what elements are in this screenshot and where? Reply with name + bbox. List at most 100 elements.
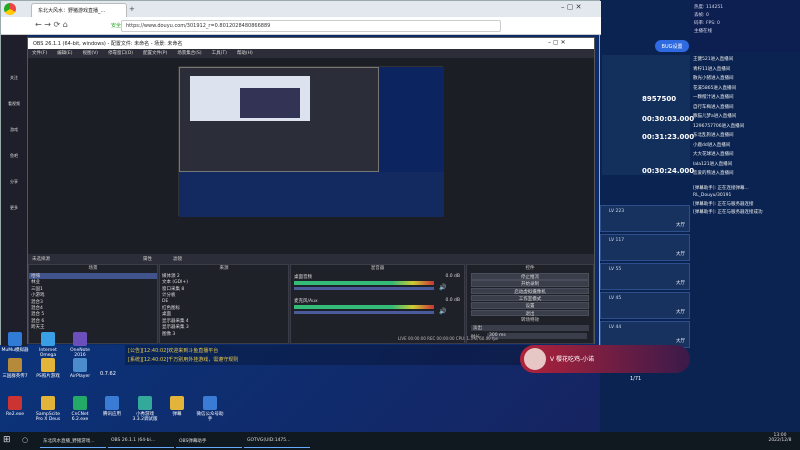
- desktop-icon[interactable]: 微信公众号助手: [195, 396, 225, 422]
- transition-select[interactable]: 淡出: [471, 325, 589, 331]
- control-button[interactable]: 启动虚拟摄像机: [471, 287, 589, 295]
- viewer-level: LV 44: [609, 325, 622, 330]
- control-button[interactable]: 工作室模式: [471, 294, 589, 302]
- viewer-card[interactable]: LV 223 大厅: [600, 205, 690, 232]
- desktop-icon[interactable]: CnCNet 6.2.exe: [65, 396, 95, 422]
- chat-message: lala121进入直播间: [693, 161, 733, 167]
- nav-buttons-icon[interactable]: ← → ⟳ ⌂: [35, 20, 68, 29]
- desktop-icon-label: AirPlayer: [69, 374, 91, 379]
- timer-3: 00:31:23.000: [642, 133, 695, 141]
- control-button[interactable]: 开始录制: [471, 280, 589, 287]
- obs-menu-item[interactable]: 编辑(E): [57, 51, 72, 56]
- taskbar-item[interactable]: GOTVG(UID:1475...: [244, 434, 310, 448]
- volume-slider[interactable]: [294, 311, 434, 314]
- viewer-card[interactable]: LV 55 大厅: [600, 263, 690, 290]
- chat-message: 豚猫儿梦a进入直播间: [693, 114, 737, 119]
- obs-menu-item[interactable]: 工具(T): [212, 51, 227, 56]
- url-input[interactable]: https://www.douyu.com/301912_r=0.8012028…: [121, 20, 501, 32]
- viewer-card[interactable]: LV 45 大厅: [600, 292, 690, 319]
- desktop-icons: MuMu模拟器 Internet Omega OneNote 2016 三国群英传7 P…: [0, 332, 240, 432]
- search-icon[interactable]: ○: [22, 436, 28, 444]
- desktop-icon[interactable]: AirPlayer: [65, 358, 95, 379]
- chat-message: 恋爱的熊进入直播间: [693, 171, 734, 176]
- assistant-message: [弹幕助手]: 正在与服务器连接: [693, 202, 754, 207]
- window-controls-icon[interactable]: – ▢ ✕: [561, 3, 581, 11]
- streamer-name: V 樱花吃鸡-小诺: [550, 356, 595, 363]
- duration-input[interactable]: 300 ms: [487, 333, 587, 339]
- app-icon: [41, 396, 55, 410]
- desktop-icon[interactable]: 腾讯应用: [97, 396, 127, 417]
- chat-message: 花溪5865进入直播间: [693, 85, 736, 91]
- desktop-icon-label: 微信公众号助手: [196, 412, 224, 422]
- stat-line-1: 热度: 114251: [694, 5, 724, 10]
- douyu-side-item[interactable]: 分享: [3, 179, 25, 201]
- control-button[interactable]: 停止推流: [471, 273, 589, 280]
- taskbar-item[interactable]: OBS 26.1.1 (64-bi...: [108, 434, 174, 448]
- viewer-card[interactable]: LV 117 大厅: [600, 234, 690, 261]
- stat-line-3: 码率: FPS: 0: [694, 21, 720, 26]
- app-icon: [203, 396, 217, 410]
- preview-canvas[interactable]: [28, 58, 594, 254]
- desktop-icon[interactable]: MuMu模拟器: [0, 332, 30, 353]
- scenes-header: 场景: [88, 266, 98, 271]
- obs-menu-item[interactable]: 配置文件(P): [143, 51, 167, 56]
- streamer-avatar: [524, 348, 546, 370]
- start-icon[interactable]: ⊞: [3, 435, 15, 447]
- timer-4: 00:30:24.000: [642, 167, 695, 175]
- assistant-message: [弹幕助手]: 正在连接弹幕...: [693, 186, 749, 191]
- taskbar-item[interactable]: 东北风水直播_野猪游戏...: [40, 434, 106, 448]
- obs-window: OBS 26.1.1 (64-bit, windows) - 配置文件: 未命名…: [27, 37, 595, 344]
- obs-menu-item[interactable]: 文件(F): [32, 51, 47, 56]
- desktop-icon[interactable]: SampScite Pro X Deus: [33, 396, 63, 422]
- app-icon: [170, 396, 184, 410]
- stat-line-4: 主播在线: [694, 29, 712, 34]
- filters-button[interactable]: 滤镜: [173, 256, 182, 262]
- desktop-icon[interactable]: PS照片游戏: [33, 358, 63, 379]
- douyu-side-item[interactable]: 关注: [3, 75, 25, 97]
- mixer-channel: 麦克风/Aux 0.0 dB 🔊: [291, 297, 464, 321]
- desktop-icon[interactable]: 三国群英传7: [0, 358, 30, 379]
- new-tab-icon[interactable]: +: [129, 5, 135, 13]
- desktop-icon[interactable]: OneNote 2016: [65, 332, 95, 358]
- chrome-icon[interactable]: [4, 3, 16, 15]
- app-icon: [41, 358, 55, 372]
- properties-button[interactable]: 属性: [143, 256, 152, 262]
- douyu-side-item[interactable]: 看视频: [3, 101, 25, 123]
- bug-button[interactable]: BUG设置: [655, 40, 689, 52]
- chat-message: 大大花球进入直播间: [693, 152, 734, 157]
- speaker-icon[interactable]: 🔊: [439, 284, 446, 291]
- desktop-icon-label: Re2.exe: [6, 412, 24, 417]
- speaker-icon[interactable]: 🔊: [439, 308, 446, 315]
- toolbar: ← → ⟳ ⌂ 安全 https://www.douyu.com/301912_…: [1, 17, 601, 35]
- no-source-label: 未选择源: [32, 257, 50, 262]
- obs-window-controls-icon[interactable]: – ▢ ✕: [548, 39, 566, 46]
- viewer-card[interactable]: LV 44 大厅: [600, 321, 690, 348]
- douyu-side-item[interactable]: 更多: [3, 205, 25, 227]
- obs-menu-item[interactable]: 停靠窗口(D): [108, 51, 133, 56]
- taskbar-item[interactable]: OBS弹幕助手: [176, 434, 242, 448]
- scene-item[interactable]: 跨天王: [29, 324, 157, 330]
- viewer-tag: 大厅: [676, 339, 685, 344]
- chat-message: 1296757706进入直播间: [693, 123, 745, 129]
- desktop-icon-label: 三国群英传7: [2, 374, 28, 379]
- control-button[interactable]: 退出: [471, 309, 589, 317]
- obs-menu-item[interactable]: 场景集合(S): [177, 51, 201, 56]
- viewer-level: LV 117: [609, 238, 625, 243]
- viewer-cards: LV 223 大厅 LV 117 大厅 LV 55 大厅 LV 45 大厅 LV 44 大厅: [600, 205, 690, 348]
- douyu-side-item[interactable]: 游戏: [3, 127, 25, 149]
- mixer-channel-name: 麦克风/Aux: [294, 299, 318, 304]
- volume-slider[interactable]: [294, 287, 434, 290]
- desktop-icon[interactable]: Re2.exe: [0, 396, 30, 417]
- chat-message: 东北乱狗进入直播间: [693, 133, 734, 138]
- douyu-side-item[interactable]: 鱼吧: [3, 153, 25, 175]
- tab-douyu[interactable]: 东北大风水：野猪游戏直播_...: [31, 3, 127, 17]
- app-icon: [73, 396, 87, 410]
- desktop-icon-label: 腾讯应用: [103, 412, 121, 417]
- desktop-icon[interactable]: 弹幕: [162, 396, 192, 417]
- obs-menu-item[interactable]: 视图(V): [82, 51, 98, 56]
- app-icon: [105, 396, 119, 410]
- obs-menu-item[interactable]: 帮助(H): [237, 51, 253, 56]
- control-button[interactable]: 设置: [471, 302, 589, 309]
- desktop-icon[interactable]: 小秀游戏 3.3.2调试版: [130, 396, 160, 422]
- desktop-icon[interactable]: Internet Omega: [33, 332, 63, 358]
